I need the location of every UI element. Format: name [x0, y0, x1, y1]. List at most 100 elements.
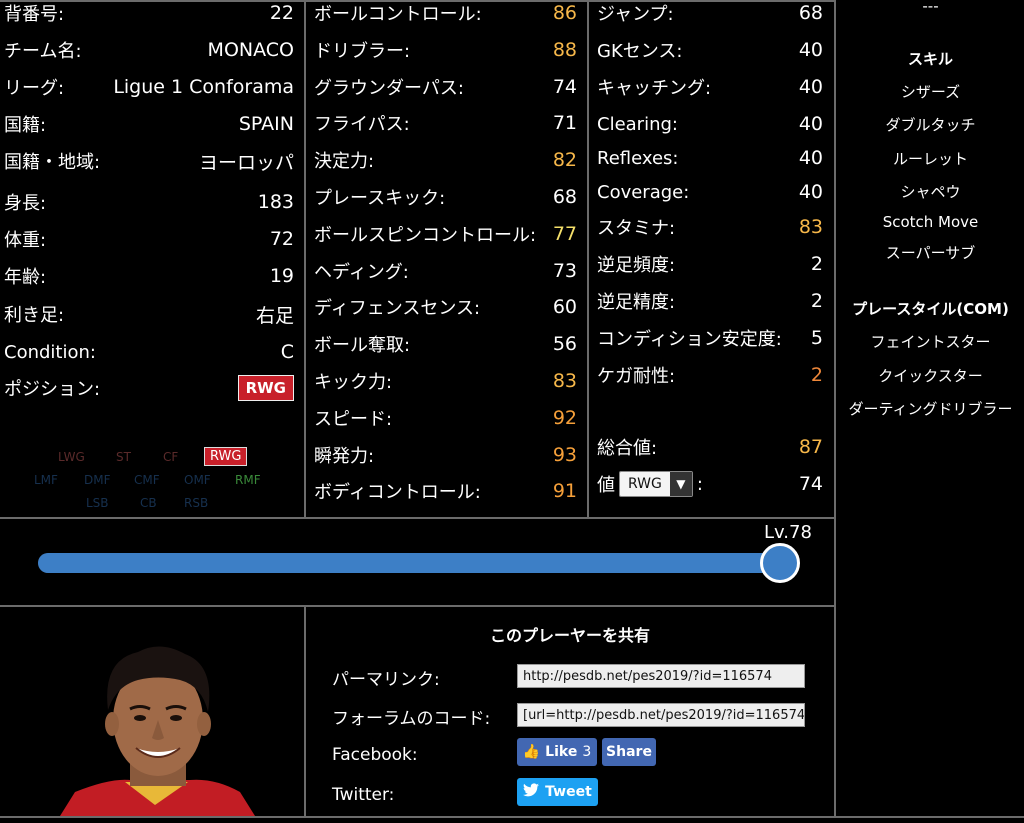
stat-label: 利き足:	[4, 305, 65, 326]
stat-row: Reflexes: 40	[597, 140, 823, 176]
stat-label: 背番号:	[4, 4, 65, 25]
stat-label: 逆足頻度:	[597, 255, 676, 276]
stat-row: 逆足頻度: 2	[597, 246, 823, 282]
stat-value: 22	[269, 2, 294, 24]
share-label: Share	[606, 744, 652, 760]
stat-label: スタミナ:	[597, 218, 676, 239]
bottom-border	[0, 816, 1024, 818]
stat-label: スピード:	[314, 408, 393, 430]
player-photo	[30, 620, 290, 816]
tweet-label: Tweet	[545, 784, 592, 800]
stat-row: キック力: 83	[314, 363, 577, 399]
stat-row: チーム名: MONACO	[4, 32, 294, 68]
stat-row: ボールコントロール: 86	[314, 0, 577, 31]
stat-label: フライパス:	[314, 114, 410, 136]
overall-label: 総合値:	[597, 438, 658, 459]
stat-value: ヨーロッパ	[198, 151, 294, 174]
facebook-label: Facebook:	[332, 745, 418, 765]
stat-value: 68	[798, 2, 823, 24]
stat-value: 88	[552, 38, 577, 61]
stat-row: ディフェンスセンス: 60	[314, 289, 577, 325]
stat-value: 40	[798, 39, 823, 61]
tweet-button[interactable]: Tweet	[517, 778, 598, 806]
facebook-like-button[interactable]: 👍 Like 3	[517, 738, 597, 766]
stat-value: MONACO	[207, 39, 294, 61]
position-select[interactable]: RWG ▼	[619, 471, 693, 497]
stat-label: チーム名:	[4, 41, 82, 62]
stat-value: 68	[552, 186, 577, 208]
stat-row: フライパス: 71	[314, 105, 577, 141]
level-slider-fill	[38, 553, 798, 573]
stat-label: ボールスピンコントロール:	[314, 224, 537, 246]
playstyle-item: ダーティングドリブラー	[848, 400, 1013, 418]
stat-row: 身長: 183	[4, 184, 294, 220]
stat-row: 体重: 72	[4, 221, 294, 257]
stat-row: ドリブラー: 88	[314, 32, 577, 68]
skill-item: ダブルタッチ	[885, 116, 976, 134]
stat-label: ボールコントロール:	[314, 4, 482, 25]
stat-value: 5	[810, 327, 823, 349]
stat-value: 92	[552, 406, 577, 429]
stat-label: グラウンダーパス:	[314, 77, 464, 99]
stat-row: ケガ耐性: 2	[597, 357, 823, 393]
stat-label: 体重:	[4, 230, 47, 251]
like-label: Like	[545, 744, 578, 760]
position-map-item: CB	[140, 496, 157, 510]
forum-label: フォーラムのコード:	[332, 709, 491, 729]
stat-row: スタミナ: 83	[597, 209, 823, 245]
skill-item: シャペウ	[900, 183, 961, 201]
stat-value: 40	[798, 181, 823, 203]
value-row: 値 RWG ▼ : 74	[597, 466, 823, 502]
permalink-field[interactable]: http://pesdb.net/pes2019/?id=116574	[517, 664, 805, 688]
playstyles-title: プレースタイル(COM)	[852, 300, 1009, 318]
divider	[0, 517, 836, 519]
stat-row: ボールスピンコントロール: 77	[314, 216, 577, 252]
stat-row: リーグ: Ligue 1 Conforama	[4, 69, 294, 105]
stat-label: ボール奪取:	[314, 335, 411, 357]
position-map-item: OMF	[184, 473, 211, 487]
facebook-share-button[interactable]: Share	[602, 738, 656, 766]
position-select-value: RWG	[628, 476, 662, 492]
stat-row: ヘディング: 73	[314, 253, 577, 289]
stat-label: 年齢:	[4, 267, 47, 288]
twitter-bird-icon	[523, 783, 540, 801]
stat-value: 2	[810, 364, 823, 386]
stat-value: 77	[552, 222, 577, 245]
position-badge: RWG	[237, 375, 294, 401]
chevron-down-icon: ▼	[669, 472, 692, 496]
position-map-item: CF	[163, 450, 179, 464]
position-map-item: LWG	[58, 450, 85, 464]
twitter-label: Twitter:	[332, 785, 395, 805]
forum-code-field[interactable]: [url=http://pesdb.net/pes2019/?id=116574…	[517, 703, 805, 727]
stat-label: 決定力:	[314, 151, 375, 173]
stat-value: 40	[798, 113, 823, 135]
stat-row: ボール奪取: 56	[314, 326, 577, 362]
stat-label: プレースキック:	[314, 188, 446, 209]
skill-item: Scotch Move	[882, 213, 979, 231]
level-slider[interactable]	[38, 543, 800, 583]
overall-row: 総合値: 87	[597, 429, 823, 465]
stat-row: グラウンダーパス: 74	[314, 69, 577, 105]
stat-label: Condition:	[4, 341, 96, 363]
stat-value: C	[280, 341, 294, 363]
stat-row: コンディション安定度: 5	[597, 320, 823, 356]
skills-top-placeholder: ---	[922, 0, 939, 15]
share-title: このプレーヤーを共有	[489, 626, 650, 645]
stat-row: Coverage: 40	[597, 174, 823, 210]
stat-row: Clearing: 40	[597, 106, 823, 142]
stat-value: 86	[552, 2, 577, 24]
position-row: ポジション: RWG	[4, 370, 294, 406]
stat-label: Coverage:	[597, 181, 690, 203]
stat-row: スピード: 92	[314, 400, 577, 436]
position-map-item: DMF	[84, 473, 111, 487]
skill-item: スーパーサブ	[885, 244, 976, 262]
stat-value: 右足	[255, 304, 294, 327]
value-value: 74	[798, 473, 823, 495]
stat-row: 年齢: 19	[4, 258, 294, 294]
stat-label: ドリブラー:	[314, 40, 411, 62]
stat-value: SPAIN	[238, 113, 294, 135]
stat-row: 国籍・地域: ヨーロッパ	[4, 143, 294, 179]
stat-label: 国籍:	[4, 115, 47, 136]
level-slider-handle[interactable]	[760, 543, 800, 583]
stat-value: Ligue 1 Conforama	[113, 76, 294, 98]
